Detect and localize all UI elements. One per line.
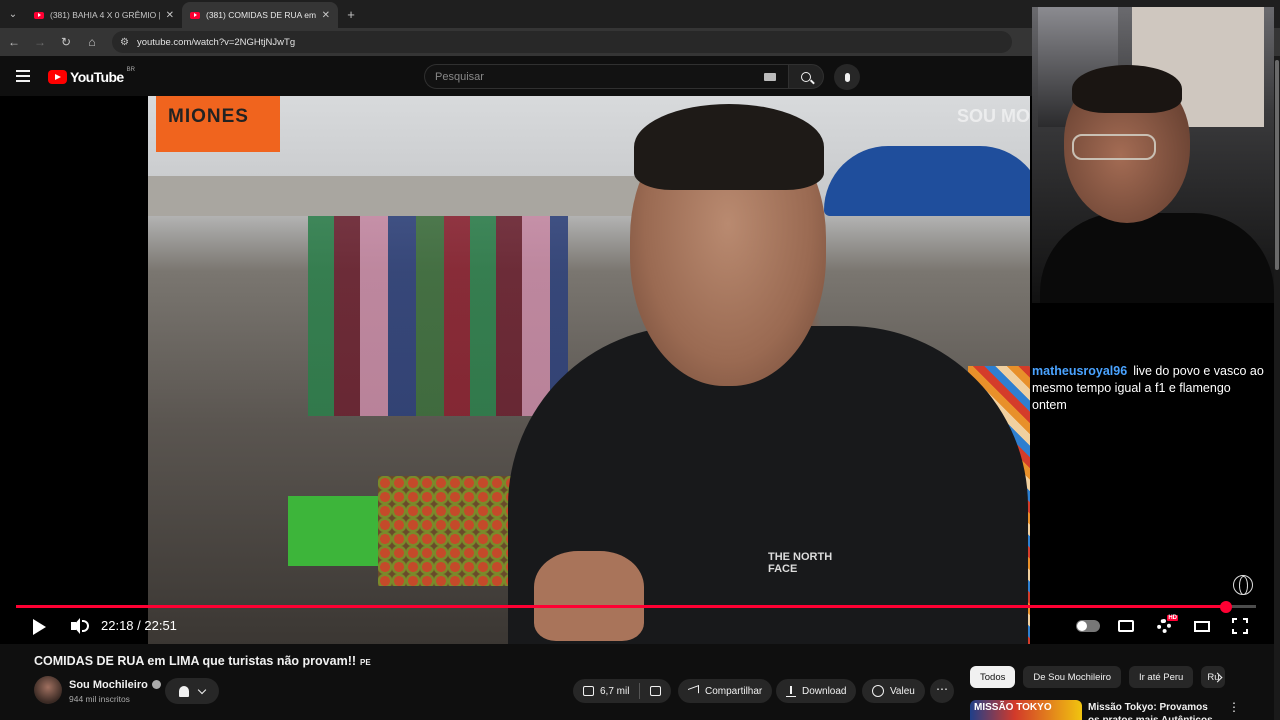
tab-search-icon[interactable]: ⌄ bbox=[0, 0, 26, 28]
dislike-icon[interactable] bbox=[650, 686, 662, 696]
channel-avatar[interactable] bbox=[34, 676, 62, 704]
captions-icon[interactable] bbox=[1114, 614, 1138, 638]
video-hair bbox=[634, 104, 824, 190]
jacket-logo: THE NORTH FACE bbox=[768, 551, 833, 575]
bell-icon bbox=[179, 685, 189, 697]
fullscreen-icon[interactable] bbox=[1228, 614, 1252, 638]
theater-icon[interactable] bbox=[1190, 614, 1214, 638]
recommendation-menu-icon[interactable]: ⋮ bbox=[1228, 700, 1240, 714]
region-code: BR bbox=[126, 67, 135, 73]
keyboard-icon[interactable] bbox=[764, 73, 776, 81]
voice-search-button[interactable] bbox=[834, 64, 860, 90]
related-chips: Todos De Sou Mochileiro Ir até Peru Ru bbox=[970, 666, 1226, 688]
subscribed-button[interactable] bbox=[165, 678, 219, 704]
chip-channel[interactable]: De Sou Mochileiro bbox=[1023, 666, 1121, 688]
settings-icon[interactable]: HD bbox=[1152, 614, 1178, 638]
search-icon bbox=[801, 71, 811, 82]
progress-bar[interactable] bbox=[16, 600, 1256, 613]
chip-todos[interactable]: Todos bbox=[970, 666, 1016, 688]
more-actions-icon[interactable]: ⋯ bbox=[930, 679, 954, 703]
recommendation-thumbnail[interactable]: MISSÃO TOKYO bbox=[970, 700, 1082, 720]
verified-icon bbox=[151, 680, 161, 689]
close-tab-icon[interactable]: ✕ bbox=[322, 10, 330, 21]
reload-icon[interactable]: ↻ bbox=[54, 30, 78, 54]
streamer-webcam bbox=[1032, 7, 1274, 303]
video-overpass bbox=[148, 176, 668, 216]
address-bar[interactable]: ⚙ youtube.com/watch?v=2NGHtjNJwTg bbox=[112, 31, 1012, 53]
progress-fill bbox=[16, 605, 1227, 608]
webcam-shirt bbox=[1040, 213, 1274, 303]
mic-icon bbox=[844, 72, 850, 82]
youtube-favicon-icon bbox=[34, 11, 44, 19]
video-title: COMIDAS DE RUA em LIMA que turistas não … bbox=[34, 654, 371, 668]
share-button[interactable]: Compartilhar bbox=[678, 679, 773, 703]
video-umbrella bbox=[824, 146, 1030, 216]
video-crate bbox=[288, 496, 388, 566]
like-count[interactable]: 6,7 mil bbox=[600, 686, 629, 697]
video-sign: MIONES bbox=[156, 96, 280, 152]
like-icon[interactable] bbox=[583, 686, 594, 696]
subscriber-count: 944 mil inscritos bbox=[69, 694, 130, 704]
browser-tab-1[interactable]: (381) BAHIA 4 X 0 GRÊMIO | ME ✕ bbox=[26, 2, 182, 28]
channel-name[interactable]: Sou Mochileiro bbox=[69, 679, 161, 691]
menu-icon[interactable] bbox=[16, 70, 30, 82]
download-button[interactable]: Download bbox=[776, 679, 857, 703]
thanks-icon bbox=[872, 685, 884, 697]
browser-tab-2[interactable]: (381) COMIDAS DE RUA em LIMA ✕ bbox=[182, 2, 338, 28]
scrollbar-thumb[interactable] bbox=[1275, 60, 1279, 270]
play-icon[interactable] bbox=[30, 618, 48, 636]
chevron-down-icon bbox=[197, 685, 207, 694]
back-icon[interactable]: ← bbox=[2, 30, 26, 54]
globe-icon[interactable] bbox=[1233, 575, 1253, 595]
url-text: youtube.com/watch?v=2NGHtjNJwTg bbox=[136, 36, 296, 48]
forward-icon[interactable]: → bbox=[28, 30, 52, 54]
page-scrollbar[interactable] bbox=[1274, 56, 1280, 720]
volume-icon[interactable] bbox=[70, 617, 90, 635]
youtube-favicon-icon bbox=[190, 11, 200, 19]
tab-title: (381) COMIDAS DE RUA em LIMA bbox=[206, 10, 316, 20]
site-info-icon[interactable]: ⚙ bbox=[120, 37, 129, 48]
logo-text: YouTube bbox=[70, 69, 124, 85]
video-watermark: SOU MO bbox=[956, 106, 1030, 126]
tab-title: (381) BAHIA 4 X 0 GRÊMIO | ME bbox=[50, 10, 160, 20]
search-input[interactable]: Pesquisar bbox=[424, 64, 788, 89]
time-display: 22:18 / 22:51 bbox=[101, 618, 177, 633]
video-clothes-rack bbox=[308, 216, 568, 416]
chat-message: matheusroyal96 live do povo e vasco ao me… bbox=[1032, 363, 1268, 414]
chip-country[interactable]: Ir até Peru bbox=[1128, 666, 1194, 688]
search-button[interactable] bbox=[788, 64, 824, 89]
scrubber-handle[interactable] bbox=[1220, 600, 1233, 613]
share-icon bbox=[688, 684, 699, 698]
chat-username: matheusroyal96 bbox=[1032, 364, 1128, 378]
download-icon bbox=[786, 685, 796, 697]
recommendation-title[interactable]: Missão Tokyo: Provamos os pratos mais Au… bbox=[1088, 701, 1218, 720]
video-frame[interactable]: MIONES THE NORTH FACE SOU MO bbox=[148, 96, 1030, 644]
divider bbox=[639, 683, 641, 699]
search-placeholder: Pesquisar bbox=[435, 71, 484, 83]
video-hand bbox=[534, 551, 644, 641]
thanks-button[interactable]: Valeu bbox=[862, 679, 925, 703]
webcam-hair bbox=[1072, 65, 1182, 113]
youtube-logo[interactable]: YouTube BR bbox=[48, 67, 135, 85]
close-tab-icon[interactable]: ✕ bbox=[166, 10, 174, 21]
hd-badge: HD bbox=[1167, 615, 1178, 621]
right-controls: HD bbox=[1076, 614, 1252, 638]
youtube-logo-icon bbox=[48, 70, 67, 84]
home-icon[interactable]: ⌂ bbox=[80, 30, 104, 54]
new-tab-icon[interactable]: + bbox=[338, 7, 364, 22]
autoplay-toggle[interactable] bbox=[1076, 614, 1100, 638]
webcam-glasses bbox=[1072, 134, 1156, 160]
country-tag: PE bbox=[360, 658, 371, 667]
chevron-right-icon[interactable] bbox=[1212, 671, 1224, 683]
like-dislike-group: 6,7 mil bbox=[573, 679, 672, 703]
